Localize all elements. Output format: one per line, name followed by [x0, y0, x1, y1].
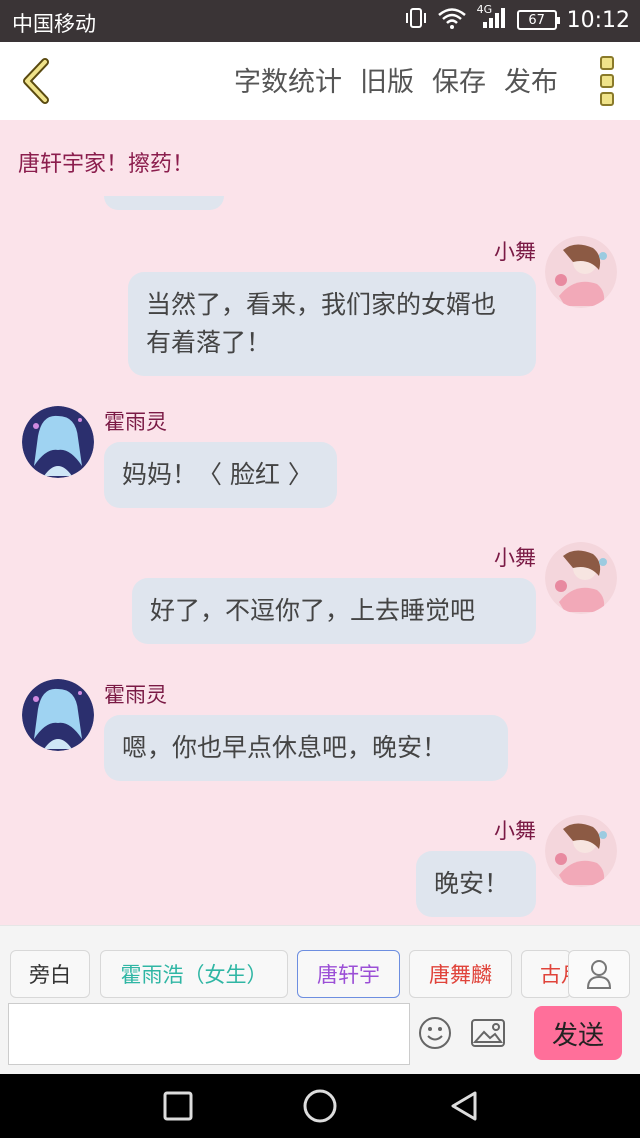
message-bubble[interactable]: 当然了，看来，我们家的女婿也有着落了！ [128, 272, 536, 376]
triangle-back-icon [451, 1091, 477, 1121]
input-bar: 发送 [0, 1000, 640, 1074]
message-bubble[interactable]: 好了，不逗你了，上去睡觉吧 [132, 578, 536, 644]
carrier-label: 中国移动 [12, 12, 96, 36]
editor-header: 字数统计 旧版 保存 发布 [0, 42, 640, 120]
publish-button[interactable]: 发布 [504, 60, 558, 99]
message-bubble[interactable]: 嗯，你也早点休息吧，晚安！ [104, 715, 508, 781]
image-button[interactable] [470, 1018, 506, 1048]
role-tangwulin[interactable]: 唐舞麟 [409, 950, 512, 998]
role-guyue[interactable]: 古月 [521, 950, 571, 998]
square-icon [163, 1091, 193, 1121]
clock: 10:12 [566, 7, 630, 33]
menu-dot-icon [600, 74, 614, 88]
send-button[interactable]: 发送 [534, 1006, 622, 1060]
emoji-button[interactable] [418, 1016, 452, 1050]
header-actions: 字数统计 旧版 保存 发布 [234, 60, 558, 99]
role-selector-bar: 旁白 霍雨浩（女生） 唐轩宇 唐舞麟 古月 [0, 925, 640, 1000]
add-role-button[interactable] [568, 950, 630, 998]
network-type-label: 4G [476, 3, 493, 16]
speaker-name: 小舞 [494, 546, 536, 570]
smiley-icon [419, 1017, 451, 1049]
back-nav-button[interactable] [446, 1088, 482, 1124]
image-icon [471, 1019, 505, 1047]
message-input[interactable] [8, 1003, 410, 1065]
save-button[interactable]: 保存 [432, 60, 486, 99]
back-button[interactable] [14, 56, 58, 106]
battery-icon: 67 [516, 10, 560, 30]
speaker-name: 霍雨灵 [104, 683, 167, 707]
message-bubble-partial[interactable] [104, 196, 224, 210]
avatar-huoyuling[interactable] [22, 679, 94, 751]
role-huoyuhao[interactable]: 霍雨浩（女生） [100, 950, 288, 998]
vibrate-icon [405, 6, 427, 34]
chevron-left-icon [23, 58, 49, 104]
menu-dot-icon [600, 92, 614, 106]
old-version-button[interactable]: 旧版 [360, 60, 414, 99]
speaker-name: 霍雨灵 [104, 410, 167, 434]
status-bar: 中国移动 4G 67 10:12 [0, 0, 640, 42]
status-icons: 4G 67 10:12 [405, 3, 630, 34]
message-bubble[interactable]: 晚安！ [416, 851, 536, 917]
menu-dot-icon [600, 56, 614, 70]
circle-icon [303, 1089, 337, 1123]
avatar-xiaowu[interactable] [545, 236, 617, 308]
signal-icon: 4G [476, 3, 507, 34]
message-bubble[interactable]: 妈妈！〈 脸红 〉 [104, 442, 337, 508]
avatar-xiaowu[interactable] [545, 542, 617, 614]
role-narrator[interactable]: 旁白 [10, 950, 90, 998]
speaker-name: 小舞 [494, 240, 536, 264]
system-nav-bar [0, 1074, 640, 1138]
recent-apps-button[interactable] [160, 1088, 196, 1124]
word-count-button[interactable]: 字数统计 [234, 60, 342, 99]
wifi-icon [437, 6, 467, 34]
avatar-xiaowu[interactable] [545, 815, 617, 887]
person-icon [586, 960, 612, 989]
chat-area[interactable]: 唐轩宇家！擦药！ 小舞 当然了，看来，我们家的女婿也有着落了！ 霍雨灵 妈妈！〈… [0, 120, 640, 925]
speaker-name: 小舞 [494, 819, 536, 843]
scene-title: 唐轩宇家！擦药！ [18, 152, 195, 177]
more-menu-button[interactable] [594, 56, 620, 106]
avatar-huoyuling[interactable] [22, 406, 94, 478]
home-button[interactable] [302, 1088, 338, 1124]
role-tangxuanyu[interactable]: 唐轩宇 [297, 950, 400, 998]
